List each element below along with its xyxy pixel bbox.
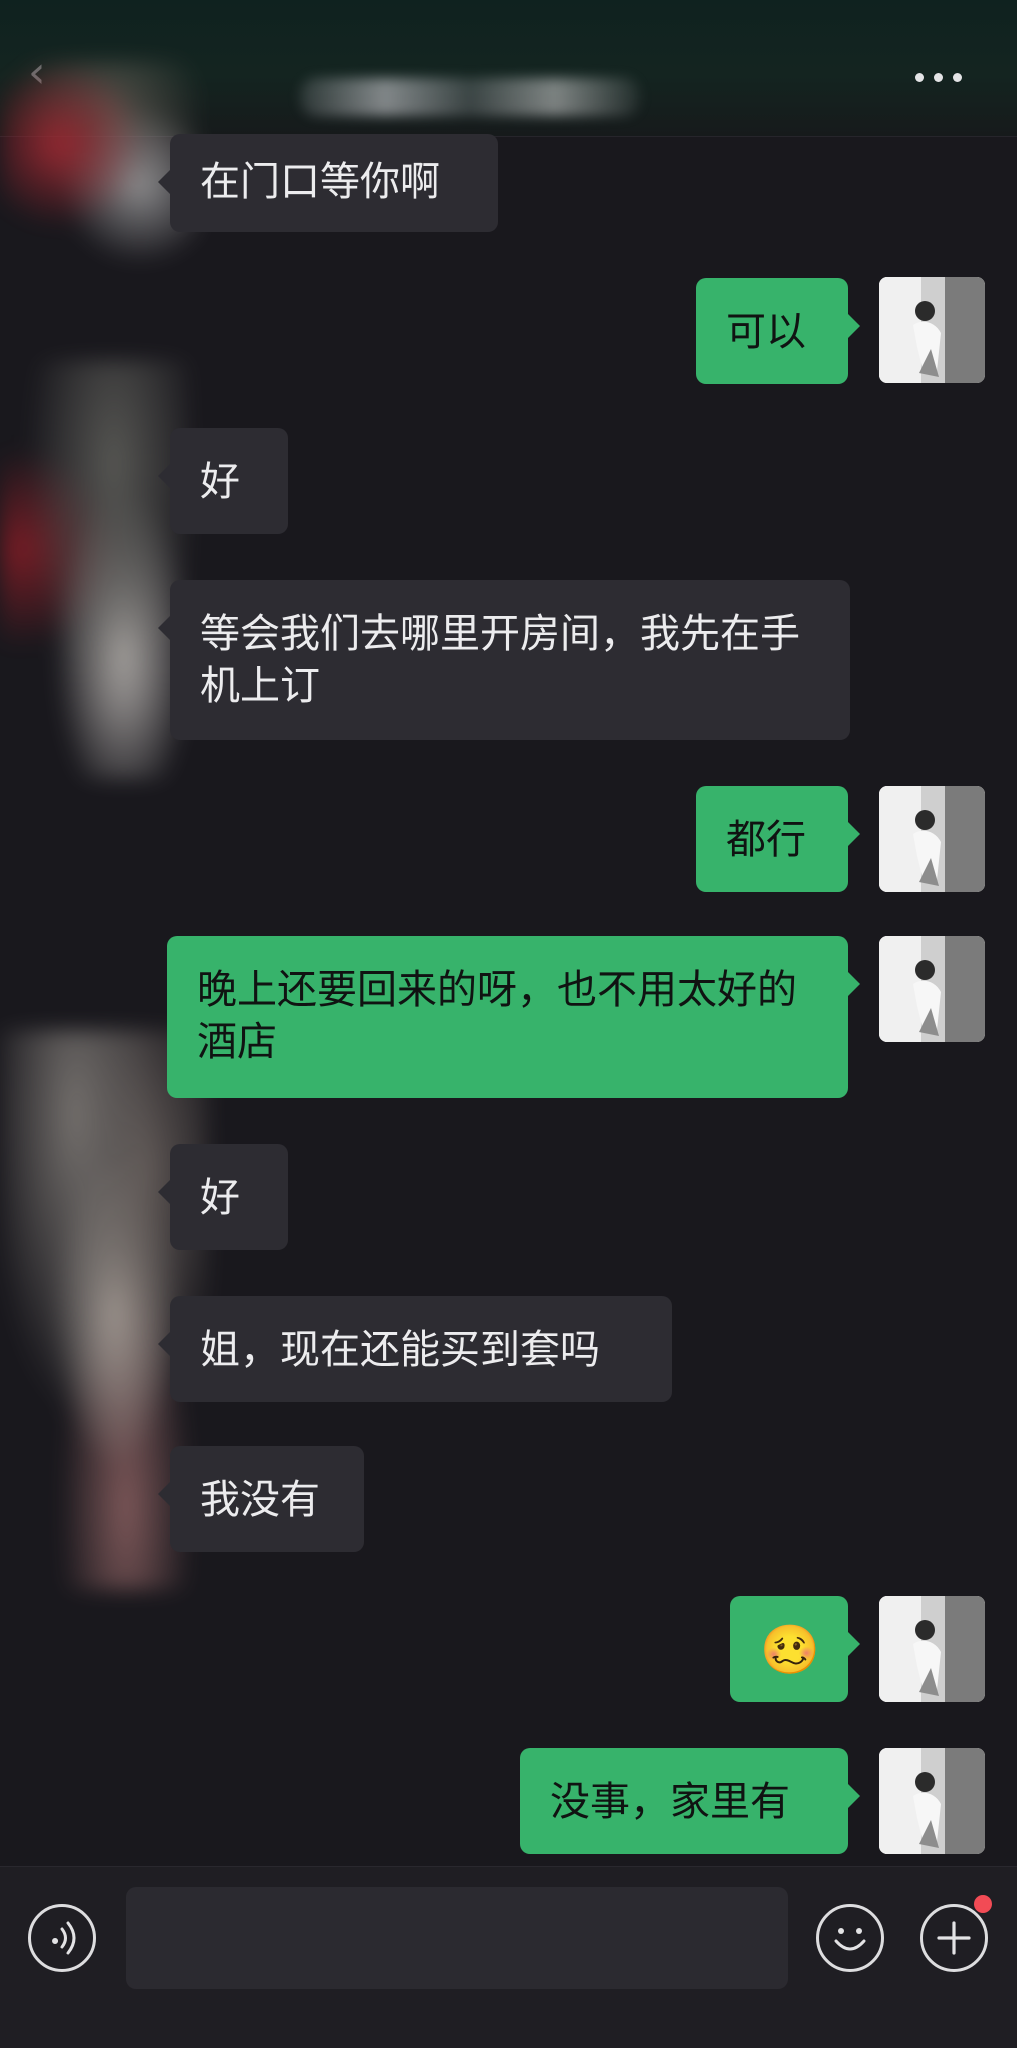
chat-input-bar [0, 1866, 1017, 2048]
emoji-message[interactable]: 🥴 [730, 1596, 860, 1702]
incoming-message[interactable]: 姐，现在还能买到套吗 [158, 1296, 672, 1402]
incoming-message[interactable]: 好 [158, 428, 288, 534]
emoji-icon[interactable] [816, 1904, 884, 1972]
incoming-message[interactable]: 等会我们去哪里开房间，我先在手机上订 [158, 580, 850, 740]
outgoing-message[interactable]: 没事，家里有 [520, 1748, 860, 1854]
my-avatar[interactable] [879, 936, 985, 1042]
outgoing-message[interactable]: 都行 [696, 786, 860, 892]
notification-dot [974, 1895, 992, 1913]
my-avatar[interactable] [879, 277, 985, 383]
chat-title-blurred [300, 78, 640, 116]
incoming-message[interactable]: 我没有 [158, 1446, 364, 1552]
incoming-message[interactable]: 好 [158, 1144, 288, 1250]
message-input[interactable] [126, 1887, 788, 1989]
my-avatar[interactable] [879, 1596, 985, 1702]
more-horizontal-icon[interactable] [910, 62, 966, 92]
chat-screen: ‹ 在门口等你啊 可以 好 等会我们去哪里开房间，我先在手机上订 都行 [0, 0, 1017, 2048]
plus-icon[interactable] [920, 1904, 988, 1972]
voice-icon[interactable] [28, 1904, 96, 1972]
my-avatar[interactable] [879, 1748, 985, 1854]
outgoing-message[interactable]: 可以 [696, 278, 860, 384]
contact-avatar-blurred[interactable] [0, 360, 190, 780]
outgoing-message[interactable]: 晚上还要回来的呀，也不用太好的酒店 [167, 936, 860, 1098]
incoming-message[interactable]: 在门口等你啊 [158, 134, 498, 232]
my-avatar[interactable] [879, 786, 985, 892]
